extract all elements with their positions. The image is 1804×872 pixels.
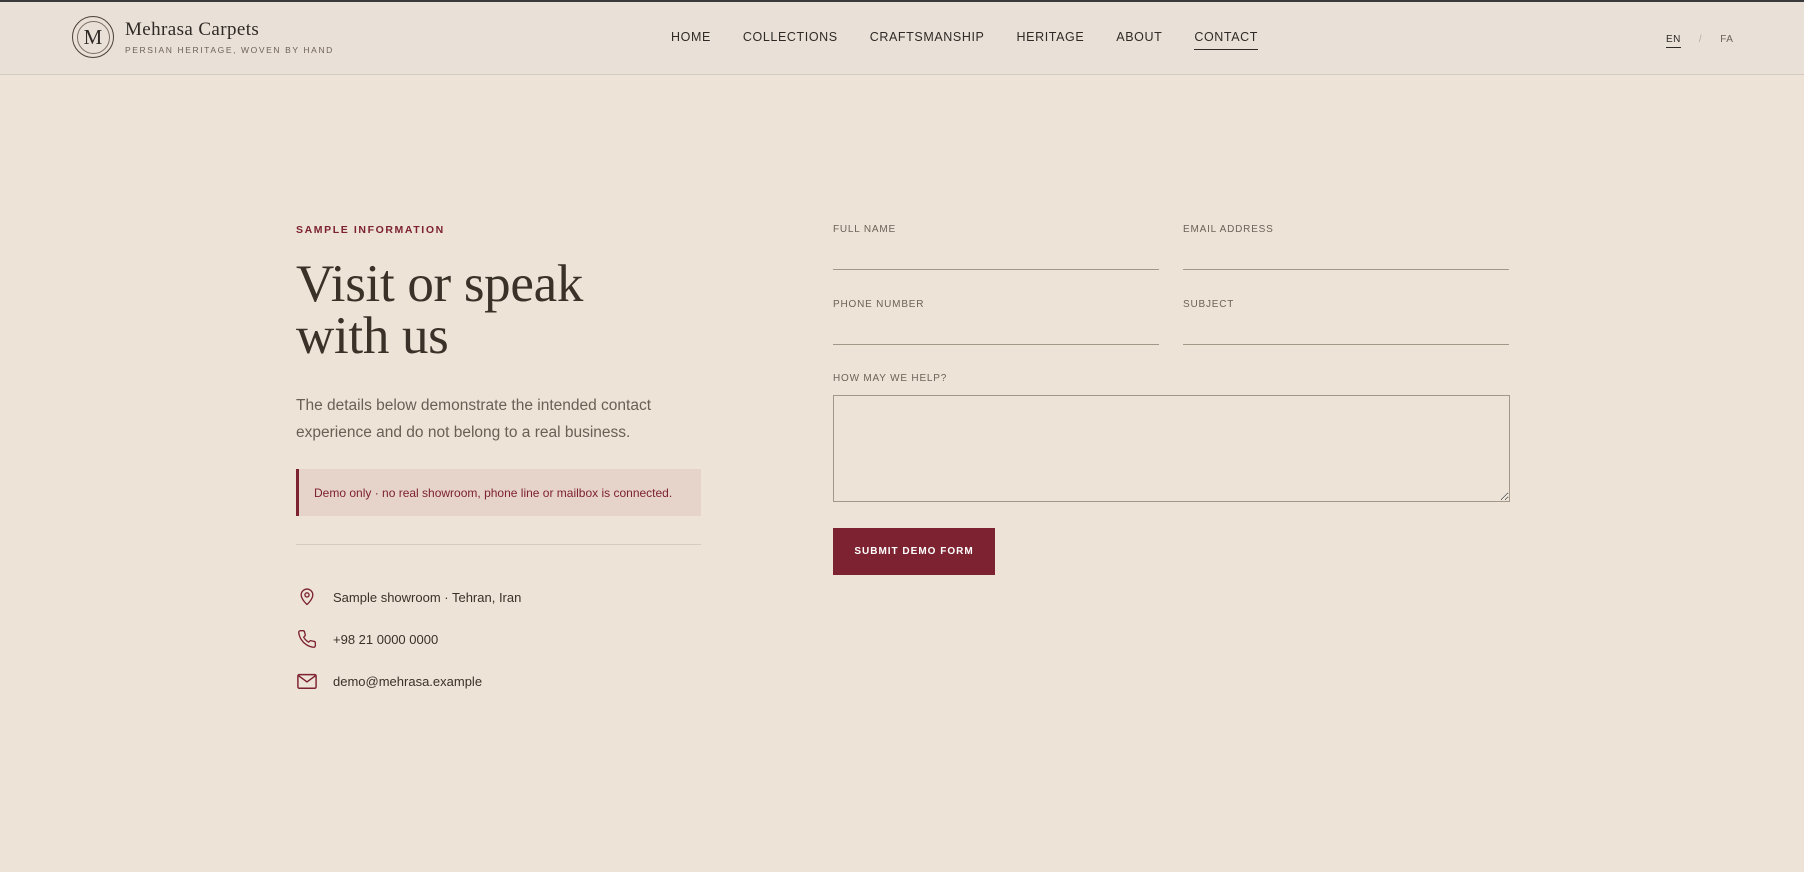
location-pin-icon xyxy=(296,586,318,608)
contact-email: demo@mehrasa.example xyxy=(296,669,701,693)
phone-text[interactable]: +98 21 0000 0000 xyxy=(333,632,438,647)
nav-collections[interactable]: COLLECTIONS xyxy=(743,30,838,50)
brand-name: Mehrasa Carpets xyxy=(125,19,260,40)
lead-text: The details below demonstrate the intend… xyxy=(296,397,652,441)
lang-fa[interactable]: FA xyxy=(1720,34,1733,48)
message-textarea[interactable] xyxy=(833,395,1510,502)
mail-icon xyxy=(296,670,318,692)
demo-notice: Demo only · no real showroom, phone line… xyxy=(296,469,701,516)
email-text[interactable]: demo@mehrasa.example xyxy=(333,674,482,689)
lang-separator: / xyxy=(1698,34,1703,45)
page-title: Visit or speak with us xyxy=(296,255,701,365)
contact-info: SAMPLE INFORMATION Visit or speak with u… xyxy=(296,224,701,711)
nav-about[interactable]: ABOUT xyxy=(1116,30,1162,50)
nav-contact[interactable]: CONTACT xyxy=(1194,30,1259,50)
message-label: HOW MAY WE HELP? xyxy=(833,373,948,384)
brand[interactable]: M Mehrasa Carpets PERSIAN HERITAGE, WOVE… xyxy=(72,16,334,58)
divider xyxy=(296,544,701,545)
logo-emblem-icon: M xyxy=(72,16,114,58)
phone-label: PHONE NUMBER xyxy=(833,299,925,310)
email-field-group: EMAIL ADDRESS xyxy=(1183,224,1509,270)
address-text: Sample showroom · Tehran, Iran xyxy=(333,589,522,605)
lang-en[interactable]: EN xyxy=(1666,34,1681,48)
eyebrow: SAMPLE INFORMATION xyxy=(296,224,445,236)
subject-field-group: SUBJECT xyxy=(1183,299,1509,345)
phone-input[interactable] xyxy=(833,313,1159,345)
logo-initial: M xyxy=(83,24,103,49)
main-nav: HOME COLLECTIONS CRAFTSMANSHIP HERITAGE … xyxy=(671,30,1290,50)
site-header: M Mehrasa Carpets PERSIAN HERITAGE, WOVE… xyxy=(0,2,1804,75)
language-switcher: EN / FA xyxy=(1666,34,1733,48)
subject-label: SUBJECT xyxy=(1183,299,1235,310)
subject-input[interactable] xyxy=(1183,313,1509,345)
contact-form: FULL NAME EMAIL ADDRESS PHONE NUMBER SUB… xyxy=(833,224,1510,575)
contact-phone: +98 21 0000 0000 xyxy=(296,627,701,651)
nav-craftsmanship[interactable]: CRAFTSMANSHIP xyxy=(870,30,985,50)
full-name-field-group: FULL NAME xyxy=(833,224,1159,270)
contact-list: Sample showroom · Tehran, Iran +98 21 00… xyxy=(296,585,701,693)
phone-field-group: PHONE NUMBER xyxy=(833,299,1159,345)
full-name-input[interactable] xyxy=(833,238,1159,270)
page-title-line-1: Visit or speak xyxy=(296,255,584,313)
phone-icon xyxy=(296,628,318,650)
page-title-line-2: with us xyxy=(296,307,449,365)
submit-button[interactable]: SUBMIT DEMO FORM xyxy=(833,528,995,575)
email-label: EMAIL ADDRESS xyxy=(1183,224,1274,235)
brand-tagline: PERSIAN HERITAGE, WOVEN BY HAND xyxy=(125,45,334,55)
full-name-label: FULL NAME xyxy=(833,224,896,235)
nav-heritage[interactable]: HERITAGE xyxy=(1017,30,1085,50)
demo-notice-text: Demo only · no real showroom, phone line… xyxy=(314,485,673,500)
nav-home[interactable]: HOME xyxy=(671,30,711,50)
email-input[interactable] xyxy=(1183,238,1509,270)
contact-address: Sample showroom · Tehran, Iran xyxy=(296,585,701,609)
